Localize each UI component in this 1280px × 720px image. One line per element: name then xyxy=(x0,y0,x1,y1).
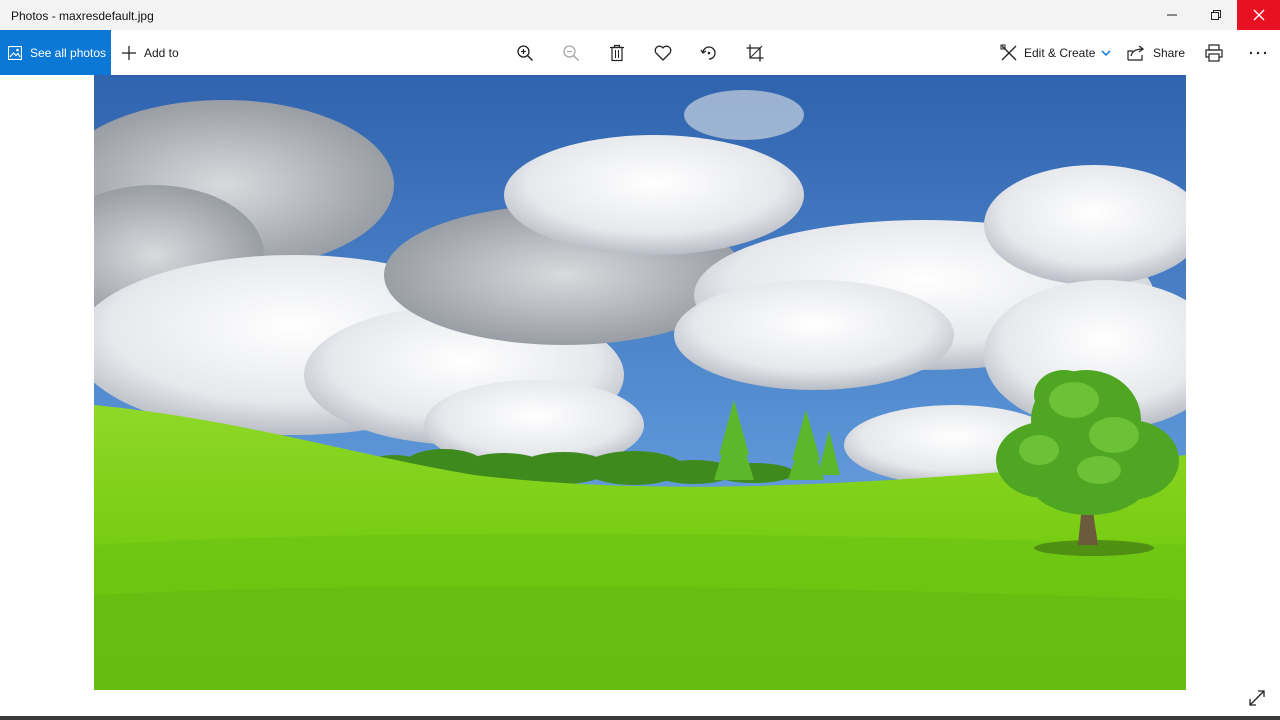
see-all-photos-button[interactable]: See all photos xyxy=(0,30,111,75)
close-button[interactable] xyxy=(1237,0,1280,30)
zoom-in-icon xyxy=(517,45,534,62)
restore-button[interactable] xyxy=(1194,0,1238,30)
delete-icon xyxy=(610,44,624,62)
plus-icon xyxy=(121,45,137,61)
chevron-down-icon xyxy=(1101,49,1111,57)
zoom-out-button[interactable] xyxy=(559,41,583,65)
expand-icon xyxy=(1249,690,1265,706)
window-title: Photos - maxresdefault.jpg xyxy=(11,9,154,23)
taskbar-edge xyxy=(0,716,1280,720)
edit-icon xyxy=(1000,44,1018,62)
print-icon xyxy=(1205,44,1223,62)
crop-icon xyxy=(746,44,764,62)
more-options-button[interactable] xyxy=(1246,41,1270,65)
zoom-in-button[interactable] xyxy=(513,41,537,65)
close-icon xyxy=(1253,9,1264,21)
minimize-button[interactable] xyxy=(1150,0,1194,30)
crop-button[interactable] xyxy=(743,41,767,65)
more-icon xyxy=(1249,51,1267,55)
edit-create-label: Edit & Create xyxy=(1024,45,1096,60)
fullscreen-button[interactable] xyxy=(1246,687,1268,709)
title-bar: Photos - maxresdefault.jpg xyxy=(0,0,1280,30)
toolbar: See all photos Add to Edit & Create Shar… xyxy=(0,30,1280,75)
edit-create-button[interactable]: Edit & Create xyxy=(1000,30,1111,75)
minimize-icon xyxy=(1167,14,1177,16)
share-icon xyxy=(1127,45,1145,61)
add-to-label: Add to xyxy=(144,45,179,60)
photo-viewer-image[interactable] xyxy=(94,75,1186,690)
add-to-button[interactable]: Add to xyxy=(121,30,179,75)
heart-icon xyxy=(654,45,672,61)
rotate-button[interactable] xyxy=(697,41,721,65)
share-button[interactable]: Share xyxy=(1127,30,1185,75)
rotate-icon xyxy=(700,46,716,60)
restore-icon xyxy=(1211,10,1221,20)
print-button[interactable] xyxy=(1202,41,1226,65)
see-all-photos-label: See all photos xyxy=(30,45,107,60)
zoom-out-icon xyxy=(563,45,580,62)
favorite-button[interactable] xyxy=(651,41,675,65)
landscape-image xyxy=(94,75,1186,690)
delete-button[interactable] xyxy=(605,41,629,65)
share-label: Share xyxy=(1153,45,1186,60)
gallery-icon xyxy=(8,45,22,60)
